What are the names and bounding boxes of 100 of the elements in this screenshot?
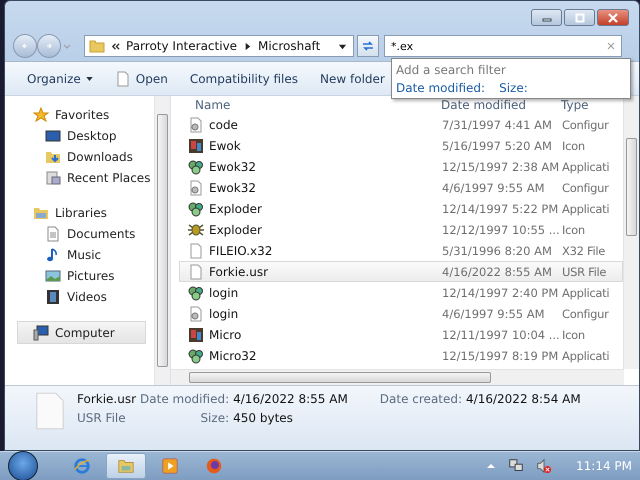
nav-item[interactable]: Computer xyxy=(17,321,146,344)
toolbar-button[interactable]: Compatibility files xyxy=(182,70,306,88)
toolbar-button[interactable]: New folder xyxy=(312,70,393,88)
date-cell-text: 12/12/1997 10:55 ... xyxy=(442,222,561,236)
refresh-icon xyxy=(361,39,375,53)
date-cell-text: 12/15/1997 2:38 AM xyxy=(442,160,560,174)
file-row[interactable]: Micro32 12/15/1997 8:19 PM Applicati xyxy=(179,345,623,366)
file-row[interactable]: login 4/6/1997 9:55 AM Configur xyxy=(179,303,623,324)
nav-item[interactable]: Libraries xyxy=(5,202,154,223)
file-row[interactable]: code 7/31/1997 4:41 AM Configur xyxy=(179,114,623,135)
type-cell-text: X32 File xyxy=(562,244,606,258)
file-row[interactable]: Exploder 12/14/1997 5:22 PM Applicati xyxy=(179,198,623,219)
column-header[interactable]: Date modified xyxy=(441,98,561,114)
taskbar-app[interactable] xyxy=(106,453,146,479)
film-strip-icon xyxy=(45,288,61,304)
file-row[interactable]: Ewok 5/16/1997 5:20 AM Icon xyxy=(179,135,623,156)
search-filter-link[interactable]: Date modified: xyxy=(396,81,486,95)
organize-menu[interactable]: Organize xyxy=(19,70,101,88)
right-arrow-icon xyxy=(44,41,54,51)
minimize-button[interactable] xyxy=(531,9,562,26)
breadcrumb-link[interactable]: Microshaft xyxy=(258,39,320,53)
document-icon xyxy=(45,226,61,242)
file-row[interactable]: Forkie.usr 4/16/2022 8:55 AM USR File xyxy=(179,261,623,282)
document-icon xyxy=(188,242,204,258)
date-cell-text: 4/6/1997 9:55 AM xyxy=(442,180,546,194)
column-header[interactable]: Name xyxy=(195,98,441,114)
nav-item[interactable]: Pictures xyxy=(5,265,154,286)
date-cell-text: 5/16/1997 5:20 AM xyxy=(442,138,553,152)
detail-label: Size: xyxy=(199,411,230,425)
horizontal-scrollbar[interactable] xyxy=(171,369,624,385)
detail-value: 4/16/2022 8:55 AM xyxy=(233,392,348,406)
gears-icon xyxy=(188,284,204,300)
scrollbar[interactable] xyxy=(154,96,170,385)
detail-label: Date created: xyxy=(380,392,462,406)
file-row[interactable]: Exploder 12/12/1997 10:55 ... Icon xyxy=(179,219,623,240)
nav-item[interactable]: Videos xyxy=(5,286,154,307)
detail-value: 450 bytes xyxy=(233,411,294,425)
close-icon[interactable] xyxy=(607,42,615,50)
search-text: *.ex xyxy=(391,40,414,52)
type-cell-text: Applicati xyxy=(562,160,610,174)
breadcrumb-link[interactable]: Parroty Interactive xyxy=(126,39,238,53)
dropdown-caret-icon xyxy=(338,42,347,50)
file-type: USR File xyxy=(77,411,127,425)
start-button[interactable] xyxy=(8,451,38,480)
nav-item[interactable]: Recent Places xyxy=(5,167,154,188)
column-header[interactable]: Type xyxy=(561,98,623,114)
file-name: Exploder xyxy=(209,202,262,216)
nav-item[interactable]: Music xyxy=(5,244,154,265)
address-bar[interactable]: Parroty Interactive Microshaft xyxy=(84,35,354,57)
nav-item[interactable]: Desktop xyxy=(5,125,154,146)
file-row[interactable]: Micro 12/11/1997 10:04 ... Icon xyxy=(179,324,623,345)
type-cell-text: Configur xyxy=(562,118,610,132)
detail-label: Date modified: xyxy=(140,392,230,406)
date-cell-text: 7/31/1997 4:41 AM xyxy=(442,118,553,132)
file-row[interactable]: FILEIO.x32 5/31/1996 8:20 AM X32 File xyxy=(179,240,623,261)
file-row[interactable]: Ewok32 12/15/1997 2:38 AM Applicati xyxy=(179,156,623,177)
scrollbar[interactable] xyxy=(623,96,639,369)
network-icon[interactable] xyxy=(508,458,524,474)
maximize-icon xyxy=(574,12,584,22)
play-icon xyxy=(161,457,179,475)
breadcrumb-arrow-icon xyxy=(243,42,252,50)
file-name: Ewok32 xyxy=(209,180,256,194)
file-name: login xyxy=(209,286,238,300)
refresh-button[interactable] xyxy=(357,35,379,57)
file-name: login xyxy=(209,306,238,320)
type-cell-text: Icon xyxy=(562,138,586,152)
recent-places-icon xyxy=(45,170,61,186)
show-hidden-icons-icon[interactable] xyxy=(486,463,496,469)
close-button[interactable] xyxy=(597,9,629,26)
type-cell-text: Configur xyxy=(562,180,610,194)
date-cell-text: 12/11/1997 10:04 ... xyxy=(442,328,561,342)
type-cell-text: Configur xyxy=(562,306,610,320)
volume-muted-icon[interactable] xyxy=(536,458,552,474)
file-row[interactable]: login 12/14/1997 2:40 PM Applicati xyxy=(179,282,623,303)
date-cell-text: 12/15/1997 8:19 PM xyxy=(442,348,560,362)
search-filter-hint: Add a search filter xyxy=(396,63,507,77)
date-cell-text: 12/14/1997 5:22 PM xyxy=(442,202,560,216)
type-cell-text: Icon xyxy=(562,222,586,236)
monitor-icon xyxy=(45,128,61,144)
maximize-button[interactable] xyxy=(564,9,595,26)
document-icon xyxy=(188,264,204,280)
picture-icon xyxy=(188,326,204,342)
date-cell-text: 12/14/1997 2:40 PM xyxy=(442,286,560,300)
folder-icon xyxy=(117,457,135,475)
bug-icon xyxy=(188,222,204,238)
nav-item[interactable]: Documents xyxy=(5,223,154,244)
left-arrow-icon xyxy=(20,41,30,51)
date-cell-text: 4/16/2022 8:55 AM xyxy=(442,264,553,278)
forward-button[interactable] xyxy=(37,34,61,58)
nav-item[interactable]: Favorites xyxy=(5,104,154,125)
open-button[interactable]: Open xyxy=(106,68,176,88)
back-button[interactable] xyxy=(13,34,37,58)
search-field[interactable]: *.ex xyxy=(384,35,622,57)
picture-icon xyxy=(188,138,204,154)
search-filter-link[interactable]: Size: xyxy=(499,81,528,95)
file-name: Micro xyxy=(209,328,242,342)
gears-icon xyxy=(188,348,204,364)
landscape-picture-icon xyxy=(45,268,61,284)
nav-item[interactable]: Downloads xyxy=(5,146,154,167)
file-row[interactable]: Ewok32 4/6/1997 9:55 AM Configur xyxy=(179,177,623,198)
